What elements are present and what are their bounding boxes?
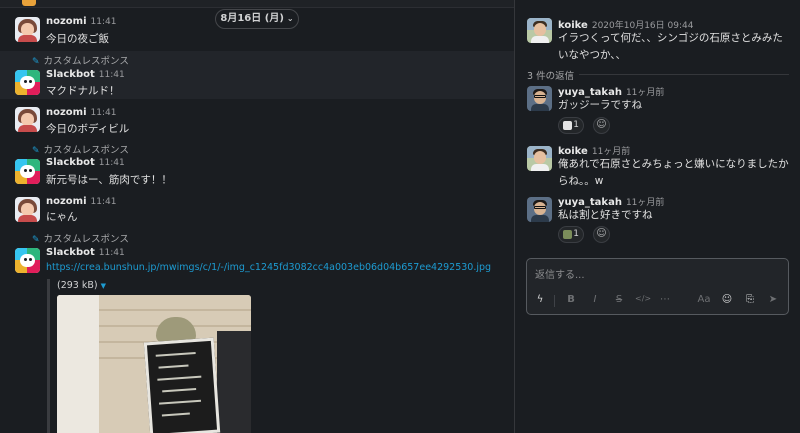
toolbar-separator (554, 295, 555, 307)
date-divider-button[interactable]: 8月16日 (月) ⌄ (215, 9, 299, 29)
avatar-yuya[interactable] (527, 86, 552, 111)
avatar-slackbot[interactable] (15, 248, 40, 273)
message-item[interactable]: ✎ カスタムレスポンス Slackbot 11:41 マクドナルド！ (0, 51, 514, 99)
attachment-bar (47, 279, 50, 433)
more-formatting-icon[interactable]: ⋯ (658, 294, 672, 305)
message-item[interactable]: ✎ カスタムレスポンス Slackbot 11:41 新元号はー、筋肉です！！ (0, 140, 514, 190)
reply-text: 私は割と好きですね (558, 209, 653, 221)
avatar-koike[interactable] (527, 146, 552, 171)
send-icon[interactable]: ➤ (766, 294, 780, 305)
pencil-icon: ✎ (32, 235, 40, 245)
chevron-down-icon: ⌄ (286, 14, 294, 23)
message-time[interactable]: 11:41 (99, 70, 125, 80)
pencil-icon: ✎ (32, 146, 40, 156)
add-reaction-icon[interactable]: ☺ (593, 117, 610, 134)
custom-response-label: ✎ カスタムレスポンス (32, 234, 129, 245)
attach-icon[interactable]: ⎘ (743, 294, 757, 305)
message-author[interactable]: Slackbot 11:41 (46, 157, 125, 168)
message-time[interactable]: 11:41 (99, 248, 125, 258)
avatar (22, 0, 36, 6)
slack-window: 8月16日 (月) ⌄ nozomi 11:41 今日の夜ご飯 ✎ カスタムレスポンス… (0, 0, 800, 433)
message-author[interactable]: Slackbot 11:41 (46, 69, 125, 80)
message-text: 今日のボディビル (46, 123, 130, 135)
reply-divider (579, 74, 789, 75)
reply-input-placeholder[interactable]: 返信する... (535, 266, 585, 281)
message-link[interactable]: https://crea.bunshun.jp/mwimgs/c/1/-/img… (46, 262, 491, 273)
reply-text: ガッジーラですね (558, 99, 642, 111)
caret-down-icon: ▼ (100, 282, 106, 290)
avatar-yuya[interactable] (527, 197, 552, 222)
message-time[interactable]: 11:41 (99, 158, 125, 168)
shortcut-icon[interactable]: ϟ (533, 294, 547, 305)
avatar-slackbot[interactable] (15, 159, 40, 184)
italic-icon[interactable]: I (588, 294, 602, 305)
avatar-nozomi[interactable] (15, 107, 40, 132)
avatar-slackbot[interactable] (15, 70, 40, 95)
message-author[interactable]: nozomi 11:41 (46, 196, 116, 207)
emoji-reaction-icon (563, 230, 572, 239)
message-text: にゃん (46, 211, 78, 223)
custom-response-label: ✎ カスタムレスポンス (32, 56, 129, 67)
channel-message-pane: 8月16日 (月) ⌄ nozomi 11:41 今日の夜ご飯 ✎ カスタムレスポンス… (0, 0, 514, 433)
add-reaction-icon[interactable]: ☺ (593, 226, 610, 243)
message-author[interactable]: Slackbot 11:41 (46, 247, 125, 258)
message-time[interactable]: 11:41 (91, 197, 117, 207)
avatar-nozomi[interactable] (15, 17, 40, 42)
reply-count: 3 件の返信 (527, 71, 575, 82)
message-text: 新元号はー、筋肉です！！ (46, 174, 172, 186)
message-author[interactable]: nozomi 11:41 (46, 107, 116, 118)
message-text: 今日の夜ご飯 (46, 33, 109, 45)
thread-parent-text: イラつくって何だ、、シンゴジの石原さとみみたいなやつか、、 (558, 32, 783, 61)
custom-response-label: ✎ カスタムレスポンス (32, 145, 129, 156)
font-icon[interactable]: Aa (697, 294, 711, 305)
bold-icon[interactable]: B (564, 294, 578, 305)
reply-text: 俺あれで石原さとみちょっと嫌いになりましたからね。。w (558, 158, 789, 187)
message-time[interactable]: 11:41 (91, 17, 117, 27)
message-item[interactable]: nozomi 11:41 今日のボディビル (0, 100, 514, 140)
attachment-size-toggle[interactable]: (293 kB) ▼ (57, 280, 106, 291)
avatar-nozomi[interactable] (15, 197, 40, 222)
strikethrough-icon[interactable]: S (612, 294, 626, 305)
reaction-button[interactable]: 1 (558, 226, 584, 243)
message-text: マクドナルド！ (46, 85, 120, 97)
attachment-image[interactable] (57, 295, 251, 433)
message-time[interactable]: 11:41 (91, 108, 117, 118)
thread-pane: koike 2020年10月16日 09:44 イラつくって何だ、、シンゴジの石原… (515, 0, 800, 433)
previous-message-edge (0, 0, 514, 8)
message-author[interactable]: nozomi 11:41 (46, 16, 116, 27)
avatar-koike[interactable] (527, 18, 552, 43)
reply-composer[interactable]: 返信する... ϟ B I S </> ⋯ Aa ☺ ⎘ ➤ (526, 258, 789, 315)
emoji-reaction-icon (563, 121, 572, 130)
emoji-icon[interactable]: ☺ (720, 294, 734, 305)
code-icon[interactable]: </> (635, 294, 651, 303)
date-label: 8月16日 (月) (220, 13, 284, 24)
reaction-button[interactable]: 1 (558, 117, 584, 134)
pencil-icon: ✎ (32, 57, 40, 67)
message-item[interactable]: ✎ カスタムレスポンス Slackbot 11:41 https://crea.bu… (0, 229, 514, 277)
message-item[interactable]: nozomi 11:41 にゃん (0, 190, 514, 230)
